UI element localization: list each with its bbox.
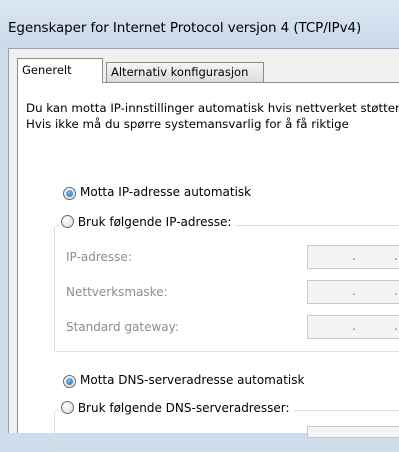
- tab-general[interactable]: Generelt: [17, 58, 103, 83]
- obtain-dns-automatically-label: Motta DNS-serveradresse automatisk: [80, 373, 305, 387]
- manual-ip-legend: Bruk følgende IP-adresse:: [59, 215, 236, 229]
- use-following-dns-label: Bruk følgende DNS-serveradresser:: [77, 401, 290, 415]
- subnet-mask-input[interactable]: . .: [307, 280, 399, 304]
- ip-octet-separator: .: [394, 249, 398, 263]
- manual-dns-legend: Bruk følgende DNS-serveradresser:: [59, 401, 294, 415]
- ip-octet-separator: .: [352, 319, 356, 333]
- ip-address-label: IP-adresse:: [66, 250, 132, 264]
- description-line-2: Hvis ikke må du spørre systemansvarlig f…: [26, 117, 349, 131]
- ip-octet-separator: .: [352, 249, 356, 263]
- preferred-dns-input[interactable]: [307, 426, 399, 438]
- ip-octet-separator: .: [394, 319, 398, 333]
- obtain-ip-automatically-label: Motta IP-adresse automatisk: [80, 185, 252, 199]
- use-following-ip-label: Bruk følgende IP-adresse:: [77, 215, 232, 229]
- ip-octet-separator: .: [352, 284, 356, 298]
- description-line-1: Du kan motta IP-innstillinger automatisk…: [26, 101, 399, 115]
- ip-octet-separator: .: [394, 284, 398, 298]
- description-text: Du kan motta IP-innstillinger automatisk…: [26, 100, 399, 132]
- radio-obtain-ip-automatically[interactable]: [63, 187, 76, 200]
- title-bar[interactable]: Egenskaper for Internet Protocol versjon…: [0, 0, 399, 48]
- tab-alternative-configuration[interactable]: Alternativ konfigurasjon: [106, 62, 264, 82]
- radio-use-following-ip[interactable]: [61, 215, 74, 228]
- default-gateway-input[interactable]: . .: [307, 315, 399, 339]
- radio-use-following-dns[interactable]: [61, 401, 74, 414]
- ip-address-input[interactable]: . .: [307, 245, 399, 269]
- radio-obtain-dns-automatically[interactable]: [63, 375, 76, 388]
- default-gateway-label: Standard gateway:: [66, 320, 179, 334]
- window-title: Egenskaper for Internet Protocol versjon…: [8, 20, 362, 36]
- subnet-mask-label: Nettverksmaske:: [66, 285, 168, 299]
